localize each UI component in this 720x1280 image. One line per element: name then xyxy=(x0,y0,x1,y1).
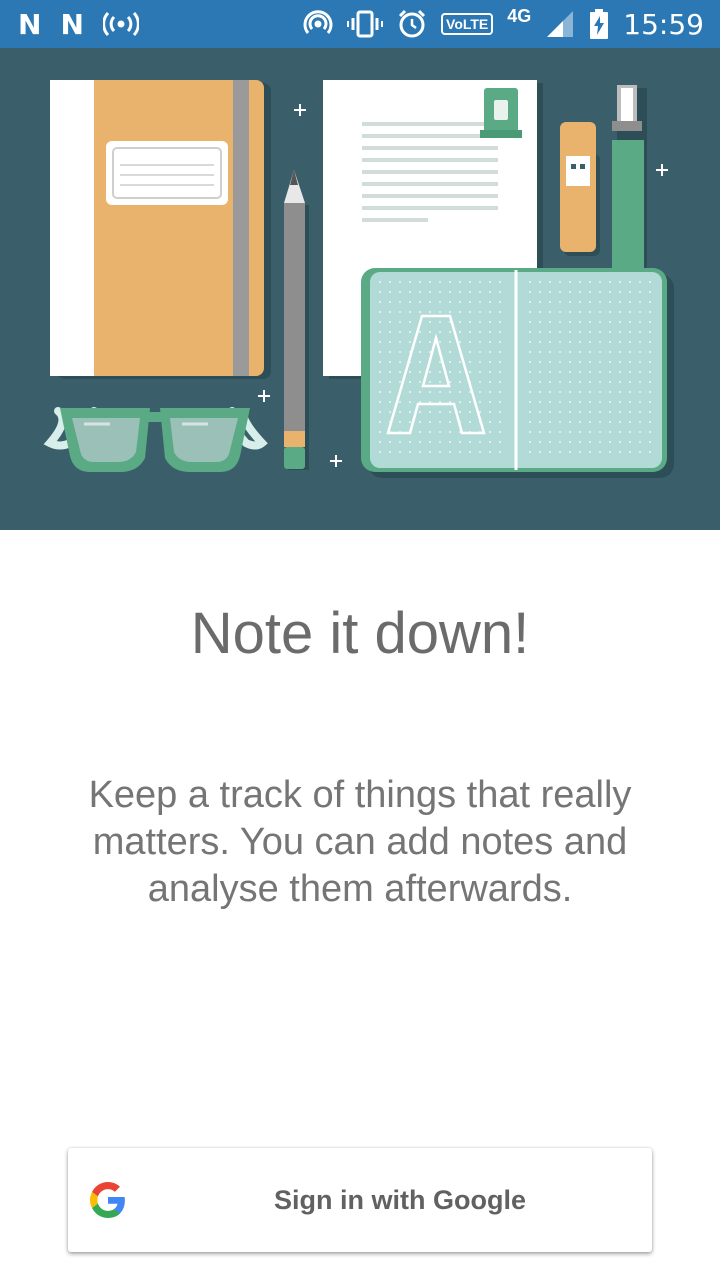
sign-in-label: Sign in with Google xyxy=(274,1185,526,1215)
onboarding-description: Keep a track of things that really matte… xyxy=(88,774,632,910)
battery-charging-icon xyxy=(589,9,609,39)
hotspot-broadcast-icon xyxy=(102,10,139,38)
usb-stick-image xyxy=(560,122,600,256)
status-bar-left: N N xyxy=(18,0,139,48)
n-notification-icon: N xyxy=(60,7,83,41)
google-sign-in-button[interactable]: Sign in with Google xyxy=(68,1148,652,1252)
clock-time: 15:59 xyxy=(623,7,704,41)
n-notification-icon: N xyxy=(18,7,41,41)
desk-items-illustration: A xyxy=(0,48,720,530)
status-bar: N N VoLTE 4G 15:59 xyxy=(0,0,720,48)
notebook-image xyxy=(50,80,271,379)
network-type-label: 4G xyxy=(507,5,532,26)
alarm-icon xyxy=(397,9,427,39)
status-bar-right: VoLTE 4G 15:59 xyxy=(303,0,704,48)
volte-badge: VoLTE xyxy=(441,13,494,35)
page-title: Note it down! xyxy=(190,601,530,666)
open-grid-notebook-image: A xyxy=(361,268,674,478)
hero-illustration: A xyxy=(0,48,720,530)
wifi-hotspot-icon xyxy=(303,9,333,39)
vibrate-icon xyxy=(347,10,384,38)
pencil-image xyxy=(284,170,309,470)
signal-strength-icon xyxy=(545,9,575,39)
